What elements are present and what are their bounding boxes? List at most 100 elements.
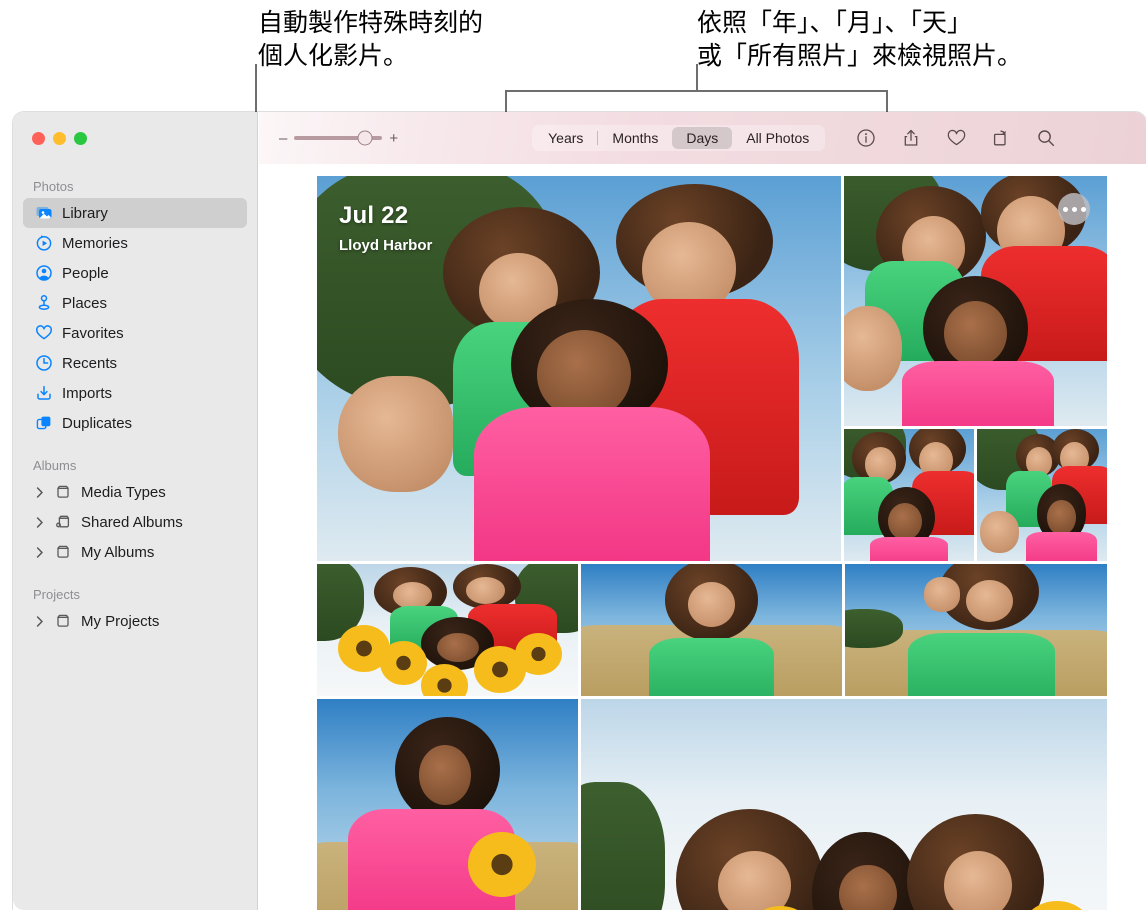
chevron-right-icon[interactable]: [34, 486, 45, 498]
folder-icon: [53, 543, 72, 562]
dot: [1062, 206, 1068, 212]
recents-icon: [34, 354, 53, 373]
tab-months[interactable]: Months: [598, 127, 672, 149]
library-icon: [34, 204, 53, 223]
toolbar-actions: [855, 127, 1057, 149]
sidebar-item-label: Places: [62, 294, 108, 312]
shared-folder-icon: [53, 513, 72, 532]
photo-artwork: [870, 537, 948, 561]
sidebar: Photos Library Memories People Places Fa…: [13, 112, 258, 910]
minimize-button[interactable]: [53, 132, 66, 145]
photo-artwork: [1047, 500, 1076, 535]
photo-artwork: [965, 579, 1013, 623]
zoom-in-button[interactable]: +: [389, 131, 398, 146]
photo-artwork: [688, 582, 735, 628]
sidebar-section-albums-header: Albums: [33, 458, 77, 473]
callout-right-bracket-right: [886, 90, 888, 112]
zoom-out-button[interactable]: –: [279, 131, 287, 146]
zoom-slider[interactable]: – +: [279, 130, 398, 146]
sidebar-item-label: Media Types: [81, 483, 166, 501]
photo-thumbnail[interactable]: [977, 429, 1107, 561]
photo-column: [844, 176, 1107, 561]
photo-artwork: [537, 330, 632, 419]
photo-grid: Jul 22 Lloyd Harbor: [317, 176, 1107, 910]
tab-all-photos[interactable]: All Photos: [732, 127, 823, 149]
sidebar-item-recents[interactable]: Recents: [23, 348, 247, 378]
sidebar-item-label: People: [62, 264, 109, 282]
toolbar: – + Years Months Days All Photos: [259, 112, 1146, 164]
folder-icon: [53, 483, 72, 502]
photo-thumbnail[interactable]: [317, 699, 578, 910]
photo-artwork: [474, 407, 710, 561]
photo-thumbnail[interactable]: [845, 564, 1107, 696]
sidebar-item-memories[interactable]: Memories: [23, 228, 247, 258]
photo-artwork: [907, 632, 1055, 696]
sidebar-item-label: Duplicates: [62, 414, 133, 432]
sidebar-item-places[interactable]: Places: [23, 288, 247, 318]
sidebar-item-imports[interactable]: Imports: [23, 378, 247, 408]
sidebar-item-people[interactable]: People: [23, 258, 247, 288]
sidebar-section-photos-header: Photos: [33, 179, 74, 194]
zoom-slider-thumb[interactable]: [357, 130, 373, 146]
photo-thumbnail[interactable]: [844, 429, 974, 561]
sidebar-item-shared-albums[interactable]: Shared Albums: [23, 507, 247, 537]
zoom-button[interactable]: [74, 132, 87, 145]
photo-artwork: [418, 745, 471, 805]
view-mode-segmented-control[interactable]: Years Months Days All Photos: [532, 125, 826, 151]
chevron-right-icon[interactable]: [34, 546, 45, 558]
callout-right-bracket-left: [505, 90, 507, 112]
zoom-slider-track[interactable]: [294, 130, 383, 146]
window-controls: [13, 112, 257, 145]
folder-icon: [53, 612, 72, 631]
sidebar-item-my-albums[interactable]: My Albums: [23, 537, 247, 567]
callout-right-leader-stem: [696, 64, 698, 91]
photo-artwork: [1026, 531, 1097, 561]
info-icon[interactable]: [855, 127, 877, 149]
sidebar-item-label: Recents: [62, 354, 118, 372]
chevron-right-icon[interactable]: [34, 516, 45, 528]
callout-right-text: 依照「年」、「月」、「天」 或「所有照片」來檢視照片。: [697, 8, 1023, 70]
tab-years[interactable]: Years: [534, 127, 597, 149]
photo-grid-area: Jul 22 Lloyd Harbor: [259, 164, 1146, 910]
photo-artwork: [379, 640, 427, 686]
dot: [1080, 206, 1086, 212]
sidebar-item-duplicates[interactable]: Duplicates: [23, 408, 247, 438]
photo-row: [317, 699, 1107, 910]
sidebar-item-label: Memories: [62, 234, 128, 252]
duplicates-icon: [34, 414, 53, 433]
close-button[interactable]: [32, 132, 45, 145]
photo-artwork: [888, 502, 922, 540]
photo-artwork: [979, 510, 1019, 554]
photo-thumbnail[interactable]: [844, 176, 1107, 426]
photo-artwork: [437, 632, 479, 662]
more-options-button[interactable]: [1058, 193, 1090, 225]
imports-icon: [34, 384, 53, 403]
dot: [1071, 206, 1077, 212]
favorite-icon[interactable]: [945, 127, 967, 149]
sidebar-item-label: Shared Albums: [81, 513, 183, 531]
photo-artwork: [943, 301, 1008, 366]
share-icon[interactable]: [900, 127, 922, 149]
chevron-right-icon[interactable]: [34, 615, 45, 627]
photo-thumbnail[interactable]: [317, 564, 578, 696]
sidebar-item-my-projects[interactable]: My Projects: [23, 606, 247, 636]
sidebar-item-favorites[interactable]: Favorites: [23, 318, 247, 348]
photo-artwork: [465, 577, 505, 604]
people-icon: [34, 264, 53, 283]
sidebar-item-media-types[interactable]: Media Types: [23, 477, 247, 507]
photo-artwork: [468, 832, 537, 897]
favorites-icon: [34, 324, 53, 343]
photos-app-window: Photos Library Memories People Places Fa…: [13, 112, 1146, 910]
photo-thumbnail[interactable]: Jul 22 Lloyd Harbor: [317, 176, 841, 561]
sidebar-section-projects-header: Projects: [33, 587, 80, 602]
sidebar-item-library[interactable]: Library: [23, 198, 247, 228]
rotate-icon[interactable]: [990, 127, 1012, 149]
sidebar-item-label: Library: [62, 204, 108, 222]
photo-thumbnail[interactable]: [581, 564, 842, 696]
callout-left-text: 自動製作特殊時刻的 個人化影片。: [258, 8, 484, 70]
search-icon[interactable]: [1035, 127, 1057, 149]
tab-days[interactable]: Days: [672, 127, 733, 149]
sidebar-item-label: Favorites: [62, 324, 124, 342]
photo-artwork: [392, 582, 432, 609]
photo-thumbnail[interactable]: [581, 699, 1107, 910]
